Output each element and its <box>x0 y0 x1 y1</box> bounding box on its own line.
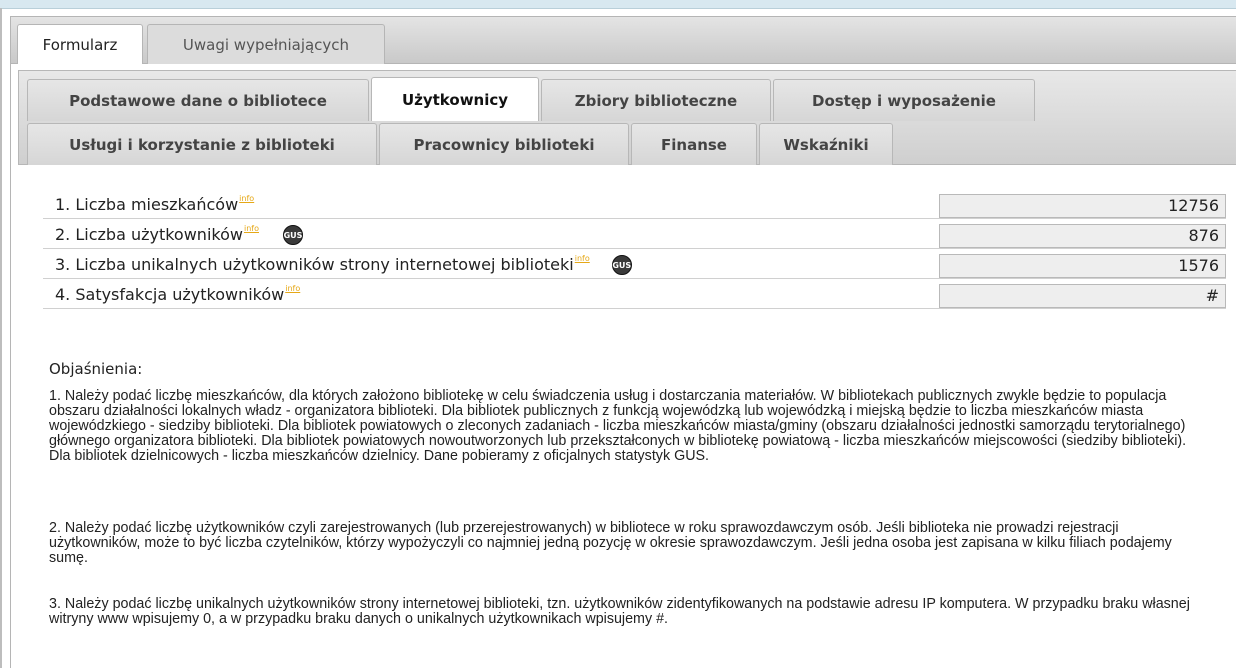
info-icon[interactable]: info <box>244 224 259 233</box>
field-label-text: 3. Liczba unikalnych użytkowników strony… <box>55 255 574 274</box>
tab-uzytkownicy[interactable]: Użytkownicy <box>371 77 539 121</box>
explanation-paragraph-1: 1. Należy podać liczbę mieszkańców, dla … <box>49 388 1187 464</box>
gus-icon[interactable]: GUS <box>282 225 303 245</box>
field-label: 1. Liczba mieszkańców info <box>55 194 254 214</box>
tab-uwagi-wypelniajacych[interactable]: Uwagi wypełniających <box>147 24 385 65</box>
tab-finanse[interactable]: Finanse <box>631 123 757 165</box>
field-label-text: 1. Liczba mieszkańców <box>55 195 239 214</box>
explanation-paragraph-3: 3. Należy podać liczbę unikalnych użytko… <box>49 596 1190 627</box>
tab-formularz[interactable]: Formularz <box>17 24 143 65</box>
tab-podstawowe-dane[interactable]: Podstawowe dane o bibliotece <box>27 79 369 121</box>
field-row-liczba-uzytkownikow: 2. Liczba użytkowników info GUS 876 <box>43 221 1226 249</box>
form-panel: Podstawowe dane o bibliotece Użytkownicy… <box>10 64 1236 668</box>
tab-zbiory-biblioteczne[interactable]: Zbiory biblioteczne <box>541 79 771 121</box>
explanations-title: Objaśnienia: <box>49 360 143 378</box>
field-label: 4. Satysfakcja użytkowników info <box>55 284 300 304</box>
info-icon[interactable]: info <box>285 284 300 293</box>
tab-pracownicy-biblioteki[interactable]: Pracownicy biblioteki <box>379 123 629 165</box>
field-row-satysfakcja-uzytkownikow: 4. Satysfakcja użytkowników info # <box>43 281 1226 309</box>
field-label: 3. Liczba unikalnych użytkowników strony… <box>55 254 632 275</box>
explanation-paragraph-2: 2. Należy podać liczbę użytkowników czyl… <box>49 520 1172 566</box>
outer-tab-bar: Formularz Uwagi wypełniających <box>10 16 1236 65</box>
field-label: 2. Liczba użytkowników info GUS <box>55 224 303 245</box>
info-icon[interactable]: info <box>575 254 590 263</box>
tab-wskazniki[interactable]: Wskaźniki <box>759 123 893 165</box>
field-row-liczba-mieszkancow: 1. Liczba mieszkańców info 12756 <box>43 191 1226 219</box>
field-value-input[interactable]: 1576 <box>939 254 1226 278</box>
field-value-input[interactable]: # <box>939 284 1226 308</box>
tab-dostep-i-wyposazenie[interactable]: Dostęp i wyposażenie <box>773 79 1035 121</box>
field-value-input[interactable]: 12756 <box>939 194 1226 218</box>
tab-uslugi-i-korzystanie[interactable]: Usługi i korzystanie z biblioteki <box>27 123 377 165</box>
info-icon[interactable]: info <box>239 194 254 203</box>
section-tab-bar: Podstawowe dane o bibliotece Użytkownicy… <box>18 70 1236 165</box>
field-label-text: 4. Satysfakcja użytkowników <box>55 285 285 304</box>
field-row-unikalni-uzytkownicy-www: 3. Liczba unikalnych użytkowników strony… <box>43 251 1226 279</box>
field-label-text: 2. Liczba użytkowników <box>55 225 243 244</box>
field-value-input[interactable]: 876 <box>939 224 1226 248</box>
gus-icon[interactable]: GUS <box>611 255 632 275</box>
